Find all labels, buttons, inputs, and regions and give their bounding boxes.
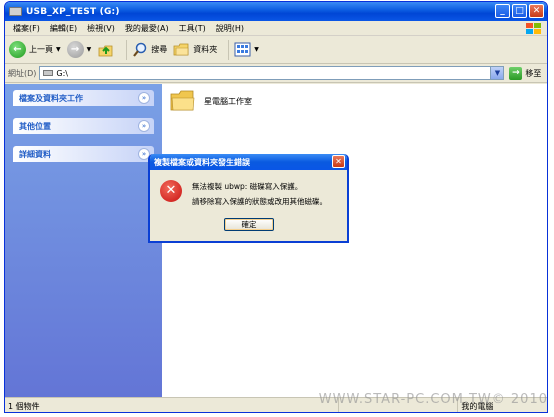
chevron-double-down-icon[interactable]: » [138,92,150,104]
dialog-message-line2: 請移除寫入保護的狀態或改用其他磁碟。 [192,197,327,206]
dialog-message-line1: 無法複製 ubwp: 磁碟寫入保護。 [192,182,303,191]
task-pane: 檔案及資料夾工作 » 其他位置 » 詳細資料 » [5,84,162,397]
menu-file[interactable]: 檔案(F) [8,23,45,34]
menu-bar: 檔案(F) 編輯(E) 檢視(V) 我的最愛(A) 工具(T) 說明(H) [5,21,547,36]
back-label: 上一頁 [29,45,53,54]
drive-icon [43,70,54,76]
folder-item[interactable]: 星電腦工作室 [170,90,252,112]
dialog-title: 複製檔案或資料夾發生錯誤 [154,157,250,167]
views-icon [234,42,251,57]
go-label: 移至 [525,68,542,78]
chevron-down-icon[interactable]: ▼ [254,46,259,53]
toolbar-separator [126,39,128,60]
panel-other-places[interactable]: 其他位置 » [13,118,154,134]
folders-button[interactable]: 資料夾 [173,42,217,57]
folders-label: 資料夾 [193,45,218,54]
go-arrow-icon: → [509,66,523,80]
error-icon: ✕ [160,180,182,202]
menu-favorites[interactable]: 我的最愛(A) [120,23,174,34]
address-input[interactable]: G:\ ▼ [39,66,505,80]
search-label: 搜尋 [151,45,168,54]
menu-tools[interactable]: 工具(T) [174,23,211,34]
window-controls: _ □ ✕ [495,4,544,18]
folders-icon [173,43,189,56]
usb-drive-icon [9,7,22,16]
status-count: 1 個物件 [5,398,339,412]
forward-button[interactable]: → ▼ [66,41,92,58]
address-value: G:\ [56,68,68,78]
close-button[interactable]: ✕ [529,4,544,18]
dialog-title-bar[interactable]: 複製檔案或資料夾發生錯誤 ✕ [150,154,347,170]
error-dialog: 複製檔案或資料夾發生錯誤 ✕ ✕ 無法複製 ubwp: 磁碟寫入保護。 請移除寫… [148,154,349,243]
menu-view[interactable]: 檢視(V) [82,23,120,34]
menu-edit[interactable]: 編輯(E) [45,23,82,34]
panel-file-folder-tasks[interactable]: 檔案及資料夾工作 » [13,90,154,106]
address-label: 網址(D) [8,68,37,78]
chevron-down-icon[interactable]: ▼ [87,46,92,53]
window-title: USB_XP_TEST (G:) [26,6,120,17]
address-bar: 網址(D) G:\ ▼ → 移至 [5,64,547,83]
toolbar: ← 上一頁 ▼ → ▼ 搜尋 資料夾 ▼ [5,36,547,64]
chevron-down-icon[interactable]: ▼ [56,46,61,53]
back-button[interactable]: ← 上一頁 ▼ [9,41,61,58]
search-button[interactable]: 搜尋 [132,42,167,58]
title-bar[interactable]: USB_XP_TEST (G:) _ □ ✕ [5,2,547,21]
go-button[interactable]: → 移至 [509,66,542,80]
menu-help[interactable]: 說明(H) [211,23,249,34]
search-icon [133,42,147,57]
windows-logo-icon [526,23,541,34]
folder-name: 星電腦工作室 [204,96,252,106]
maximize-button[interactable]: □ [512,4,527,18]
back-arrow-icon: ← [9,41,26,58]
forward-arrow-icon: → [66,41,84,58]
up-folder-icon [98,45,113,56]
panel-title: 其他位置 [19,121,51,131]
dialog-close-button[interactable]: ✕ [332,155,345,168]
minimize-button[interactable]: _ [495,4,510,18]
panel-title: 詳細資料 [19,149,51,159]
folder-icon [170,90,195,111]
chevron-double-down-icon[interactable]: » [138,120,150,132]
views-button[interactable]: ▼ [234,42,259,57]
address-dropdown-icon[interactable]: ▼ [490,67,504,79]
panel-title: 檔案及資料夾工作 [19,93,83,103]
watermark-text: WWW.STAR-PC.COM.TW© 2010 [318,392,548,407]
toolbar-separator [228,39,230,60]
up-folder-button[interactable] [97,41,115,59]
ok-button[interactable]: 確定 [224,218,274,231]
panel-details[interactable]: 詳細資料 » [13,146,154,162]
